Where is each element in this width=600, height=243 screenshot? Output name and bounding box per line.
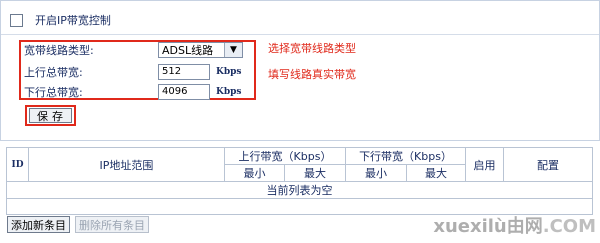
download-bandwidth-label: 下行总带宽: xyxy=(24,86,83,99)
table-actions: 添加新条目 删除所有条目 xyxy=(7,216,149,233)
download-unit: Kbps xyxy=(216,87,242,97)
upload-bandwidth-label: 上行总带宽: xyxy=(24,66,83,79)
empty-list-message: 当前列表为空 xyxy=(5,181,594,199)
bandwidth-rules-table: ID IP地址范围 上行带宽（Kbps） 下行带宽（Kbps） 启用 配置 最小… xyxy=(5,147,594,215)
hint-fill-bandwidth: 填写线路真实带宽 xyxy=(268,68,356,81)
col-ip-range-header: IP地址范围 xyxy=(28,147,225,182)
line-type-label: 宽带线路类型: xyxy=(24,44,94,57)
watermark-logo: xuexilù由网.COM xyxy=(433,216,596,238)
enable-row: 开启IP带宽控制 xyxy=(10,12,111,28)
download-bandwidth-input[interactable]: 4096 xyxy=(158,84,210,100)
save-button[interactable]: 保存 xyxy=(29,108,72,123)
col-upload-min-header: 最小 xyxy=(224,164,285,182)
chevron-down-icon[interactable]: ▼ xyxy=(224,43,242,57)
upload-unit: Kbps xyxy=(216,67,242,77)
col-id-header: ID xyxy=(6,147,29,182)
enable-bandwidth-control-checkbox[interactable] xyxy=(10,13,23,27)
hint-line-type: 选择宽带线路类型 xyxy=(268,42,356,55)
enable-bandwidth-control-label: 开启IP带宽控制 xyxy=(35,14,111,27)
col-upload-max-header: 最大 xyxy=(283,164,347,182)
col-upload-header: 上行带宽（Kbps） xyxy=(223,147,347,165)
line-type-select[interactable]: ADSL线路 ▼ xyxy=(158,42,243,58)
col-download-min-header: 最小 xyxy=(345,164,408,182)
upload-bandwidth-row: 上行总带宽: 512 Kbps xyxy=(24,63,241,81)
add-entry-button[interactable]: 添加新条目 xyxy=(7,216,70,233)
save-highlight: 保存 xyxy=(25,105,76,126)
watermark-text: xuexilù由网.COM xyxy=(433,216,596,237)
ip-bandwidth-control-page: 开启IP带宽控制 宽带线路类型: ADSL线路 ▼ 上行总带宽: 512 Kbp… xyxy=(0,0,600,243)
divider xyxy=(1,34,599,35)
col-download-header: 下行带宽（Kbps） xyxy=(345,147,467,165)
delete-all-entries-button[interactable]: 删除所有条目 xyxy=(75,216,149,233)
col-enable-header: 启用 xyxy=(465,147,505,182)
col-download-max-header: 最大 xyxy=(406,164,467,182)
download-bandwidth-row: 下行总带宽: 4096 Kbps xyxy=(24,83,241,101)
col-config-header: 配置 xyxy=(503,147,594,182)
upload-bandwidth-input[interactable]: 512 xyxy=(158,64,210,80)
line-type-value: ADSL线路 xyxy=(162,44,214,57)
line-type-row: 宽带线路类型: ADSL线路 ▼ xyxy=(24,41,243,59)
